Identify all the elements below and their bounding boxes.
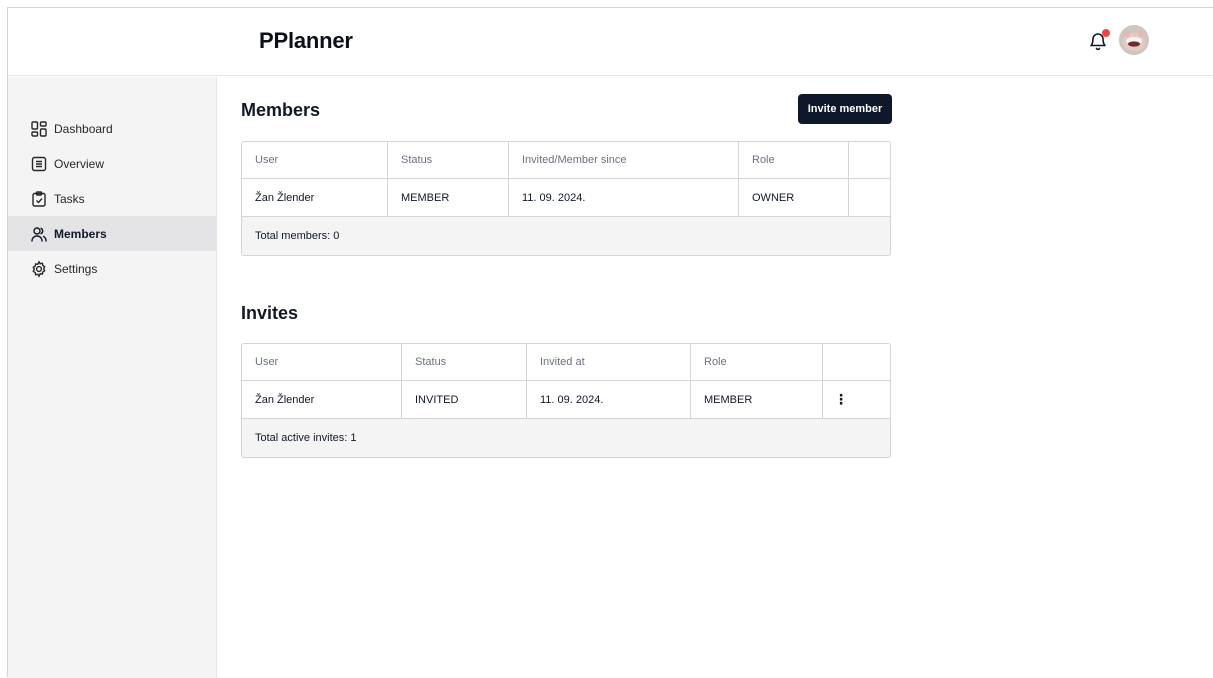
- invites-title: Invites: [241, 303, 299, 323]
- column-header-status: Status: [388, 142, 509, 178]
- sidebar-item-members[interactable]: Members: [8, 216, 217, 251]
- table-header-row: User Status Invited at Role: [242, 344, 890, 381]
- invites-total: Total active invites: 1: [242, 419, 890, 457]
- column-header-role: Role: [691, 344, 823, 380]
- cell-invited-at: 11. 09. 2024.: [527, 381, 691, 418]
- sidebar-item-settings[interactable]: Settings: [8, 251, 217, 286]
- app-frame: PPlanner Dashboard Overview Tasks Member…: [7, 7, 1213, 678]
- sidebar-item-label: Overview: [54, 156, 105, 171]
- sidebar-item-label: Members: [54, 226, 107, 241]
- overview-icon: [31, 156, 47, 171]
- app-logo[interactable]: PPlanner: [259, 28, 353, 54]
- column-header-actions: [849, 142, 890, 178]
- sidebar-item-label: Tasks: [54, 191, 85, 206]
- cell-user: Žan Žlender: [242, 381, 402, 418]
- dashboard-icon: [31, 120, 47, 137]
- avatar-image: [1119, 25, 1149, 55]
- more-actions-icon[interactable]: ⋮: [823, 381, 859, 418]
- cell-actions: [849, 179, 890, 216]
- column-header-user: User: [242, 344, 402, 380]
- members-total: Total members: 0: [242, 217, 890, 255]
- table-header-row: User Status Invited/Member since Role: [242, 142, 890, 179]
- invite-member-button[interactable]: Invite member: [798, 94, 892, 124]
- sidebar-item-tasks[interactable]: Tasks: [8, 181, 217, 216]
- tasks-icon: [32, 190, 46, 207]
- cell-user: Žan Žlender: [242, 179, 388, 216]
- cell-since: 11. 09. 2024.: [509, 179, 739, 216]
- column-header-status: Status: [402, 344, 527, 380]
- members-table: User Status Invited/Member since Role Ža…: [241, 141, 891, 256]
- cell-role: MEMBER: [691, 381, 823, 418]
- column-header-invited-at: Invited at: [527, 344, 691, 380]
- sidebar: Dashboard Overview Tasks Members Setting…: [8, 77, 217, 678]
- user-avatar[interactable]: [1119, 25, 1149, 55]
- top-bar: PPlanner: [8, 8, 1213, 76]
- sidebar-item-label: Dashboard: [54, 121, 113, 136]
- notification-badge: [1102, 29, 1110, 37]
- members-icon: [31, 226, 47, 242]
- column-header-since: Invited/Member since: [509, 142, 739, 178]
- table-row: Žan Žlender INVITED 11. 09. 2024. MEMBER…: [242, 381, 890, 419]
- cell-role: OWNER: [739, 179, 849, 216]
- column-header-role: Role: [739, 142, 849, 178]
- column-header-user: User: [242, 142, 388, 178]
- cell-status: MEMBER: [388, 179, 509, 216]
- cell-status: INVITED: [402, 381, 527, 418]
- sidebar-item-overview[interactable]: Overview: [8, 146, 217, 181]
- settings-icon: [32, 259, 46, 278]
- invites-table: User Status Invited at Role Žan Žlender …: [241, 343, 891, 458]
- sidebar-item-dashboard[interactable]: Dashboard: [8, 111, 217, 146]
- members-title: Members: [241, 100, 321, 120]
- table-row: Žan Žlender MEMBER 11. 09. 2024. OWNER: [242, 179, 890, 217]
- column-header-actions: [823, 344, 890, 380]
- sidebar-item-label: Settings: [54, 261, 98, 276]
